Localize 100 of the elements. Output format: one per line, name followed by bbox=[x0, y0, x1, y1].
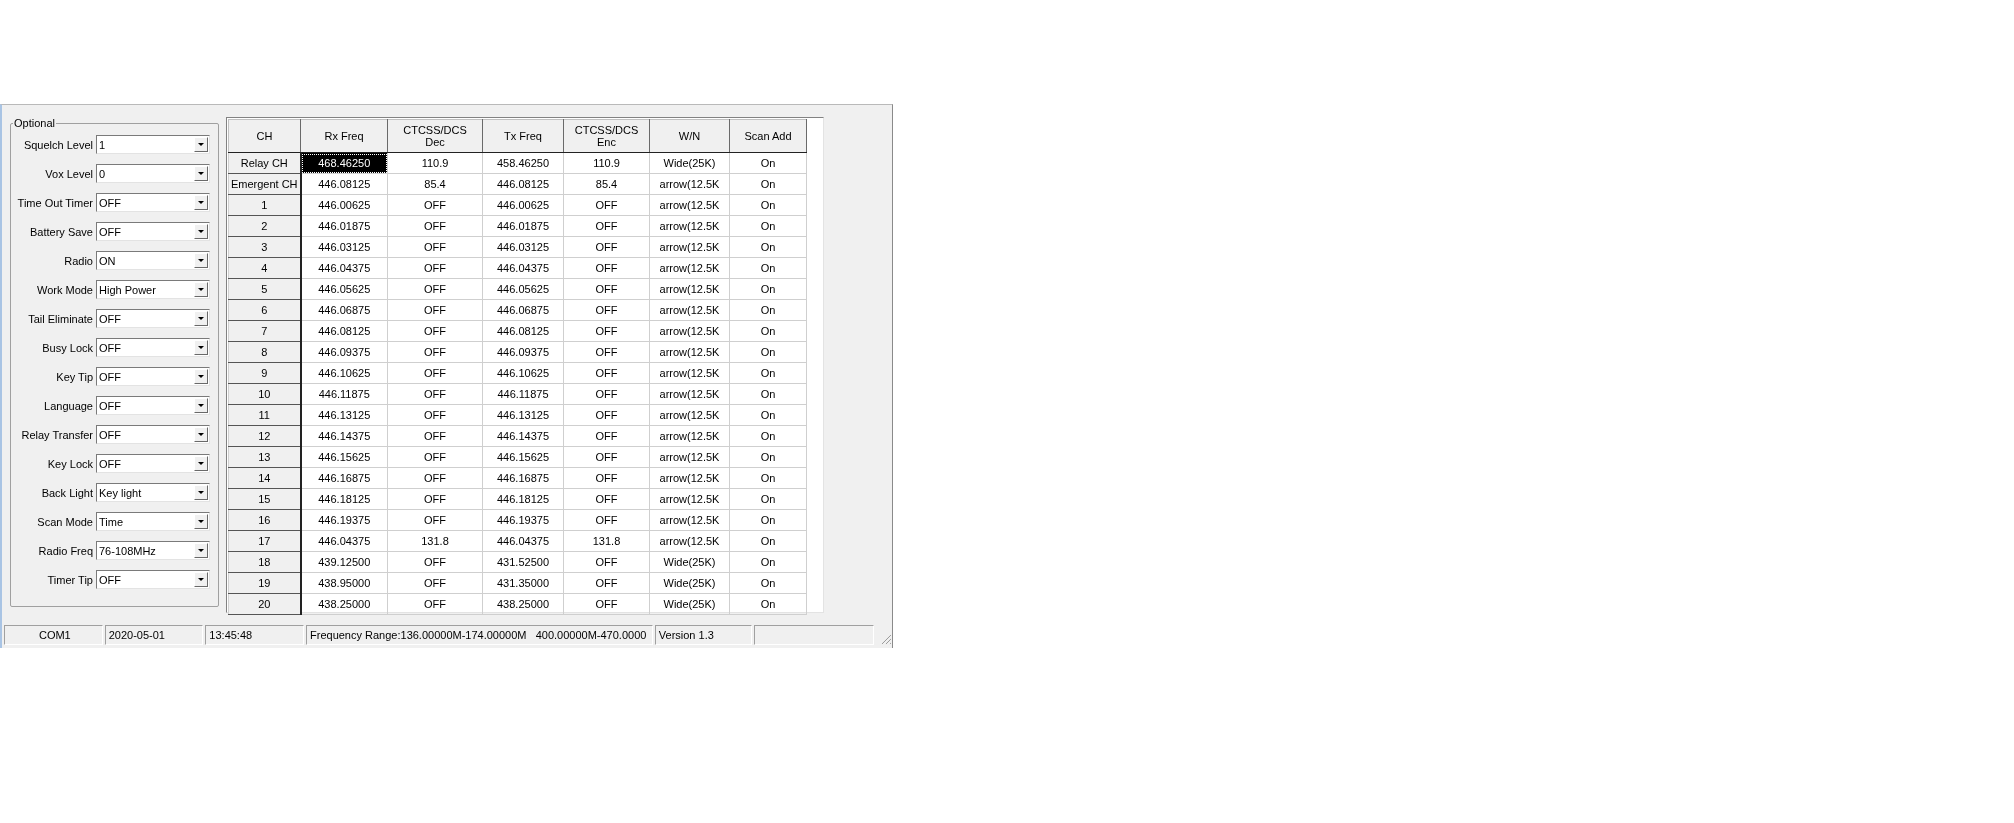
row-header[interactable]: Emergent CH bbox=[228, 173, 301, 195]
setting-dropdown[interactable]: OFF bbox=[96, 193, 210, 212]
table-cell[interactable]: OFF bbox=[563, 383, 650, 405]
table-cell[interactable]: arrow(12.5K bbox=[649, 299, 730, 321]
row-header[interactable]: 20 bbox=[228, 593, 301, 615]
table-cell[interactable]: arrow(12.5K bbox=[649, 257, 730, 279]
table-cell[interactable]: OFF bbox=[563, 194, 650, 216]
setting-dropdown[interactable]: High Power bbox=[96, 280, 210, 299]
table-cell[interactable]: 439.12500 bbox=[300, 551, 388, 573]
row-header[interactable]: Relay CH bbox=[228, 152, 301, 174]
table-cell[interactable]: OFF bbox=[387, 404, 483, 426]
table-cell[interactable]: On bbox=[729, 446, 807, 468]
setting-dropdown[interactable]: 76-108MHz bbox=[96, 541, 210, 560]
table-cell[interactable]: 446.08125 bbox=[300, 173, 388, 195]
row-header[interactable]: 14 bbox=[228, 467, 301, 489]
table-cell[interactable]: On bbox=[729, 194, 807, 216]
table-cell[interactable]: On bbox=[729, 341, 807, 363]
table-cell[interactable]: 446.19375 bbox=[482, 509, 564, 531]
table-cell[interactable]: 446.08125 bbox=[482, 320, 564, 342]
table-cell[interactable]: arrow(12.5K bbox=[649, 341, 730, 363]
column-header[interactable]: Rx Freq bbox=[300, 119, 388, 153]
table-cell[interactable]: 85.4 bbox=[387, 173, 483, 195]
resize-grip-icon[interactable] bbox=[880, 633, 892, 645]
table-cell[interactable]: On bbox=[729, 299, 807, 321]
table-cell[interactable]: OFF bbox=[563, 446, 650, 468]
table-cell[interactable]: OFF bbox=[563, 551, 650, 573]
table-cell[interactable]: 446.01875 bbox=[482, 215, 564, 237]
setting-dropdown[interactable]: 0 bbox=[96, 164, 210, 183]
setting-dropdown[interactable]: OFF bbox=[96, 425, 210, 444]
column-header[interactable]: Tx Freq bbox=[482, 119, 564, 153]
table-cell[interactable]: 446.19375 bbox=[300, 509, 388, 531]
table-cell[interactable]: Wide(25K) bbox=[649, 152, 730, 174]
table-cell[interactable]: 438.25000 bbox=[300, 593, 388, 615]
table-cell[interactable]: 446.09375 bbox=[300, 341, 388, 363]
table-cell[interactable]: OFF bbox=[387, 341, 483, 363]
table-cell[interactable]: On bbox=[729, 236, 807, 258]
table-cell[interactable]: OFF bbox=[387, 194, 483, 216]
table-cell[interactable]: On bbox=[729, 509, 807, 531]
table-cell[interactable]: OFF bbox=[563, 509, 650, 531]
table-cell[interactable]: On bbox=[729, 425, 807, 447]
table-cell[interactable]: 446.18125 bbox=[300, 488, 388, 510]
table-cell[interactable]: OFF bbox=[563, 593, 650, 615]
table-cell[interactable]: arrow(12.5K bbox=[649, 362, 730, 384]
table-cell[interactable]: 446.01875 bbox=[300, 215, 388, 237]
table-cell[interactable]: OFF bbox=[387, 257, 483, 279]
row-header[interactable]: 13 bbox=[228, 446, 301, 468]
table-cell[interactable]: OFF bbox=[563, 278, 650, 300]
table-cell[interactable]: arrow(12.5K bbox=[649, 383, 730, 405]
table-cell[interactable]: 446.03125 bbox=[300, 236, 388, 258]
table-cell[interactable]: OFF bbox=[563, 320, 650, 342]
table-cell[interactable]: On bbox=[729, 173, 807, 195]
table-cell[interactable]: arrow(12.5K bbox=[649, 509, 730, 531]
table-cell[interactable]: 446.15625 bbox=[482, 446, 564, 468]
table-cell[interactable]: On bbox=[729, 257, 807, 279]
table-cell[interactable]: 446.00625 bbox=[300, 194, 388, 216]
table-cell[interactable]: 446.04375 bbox=[300, 257, 388, 279]
table-cell[interactable]: arrow(12.5K bbox=[649, 530, 730, 552]
table-cell[interactable]: On bbox=[729, 488, 807, 510]
table-cell[interactable]: arrow(12.5K bbox=[649, 215, 730, 237]
table-cell[interactable]: OFF bbox=[563, 425, 650, 447]
table-cell[interactable]: 446.13125 bbox=[300, 404, 388, 426]
row-header[interactable]: 8 bbox=[228, 341, 301, 363]
table-cell[interactable]: Wide(25K) bbox=[649, 593, 730, 615]
table-cell[interactable]: Wide(25K) bbox=[649, 572, 730, 594]
table-cell[interactable]: On bbox=[729, 362, 807, 384]
row-header[interactable]: 16 bbox=[228, 509, 301, 531]
row-header[interactable]: 19 bbox=[228, 572, 301, 594]
column-header[interactable]: CH bbox=[228, 119, 301, 153]
table-cell[interactable]: OFF bbox=[563, 236, 650, 258]
table-cell[interactable]: 85.4 bbox=[563, 173, 650, 195]
table-cell[interactable]: arrow(12.5K bbox=[649, 425, 730, 447]
table-cell[interactable]: OFF bbox=[387, 278, 483, 300]
table-cell[interactable]: 446.03125 bbox=[482, 236, 564, 258]
table-cell[interactable]: OFF bbox=[387, 446, 483, 468]
table-cell[interactable]: 110.9 bbox=[387, 152, 483, 174]
table-cell[interactable]: 458.46250 bbox=[482, 152, 564, 174]
table-cell[interactable]: 446.04375 bbox=[300, 530, 388, 552]
table-cell[interactable]: 446.11875 bbox=[300, 383, 388, 405]
setting-dropdown[interactable]: Time bbox=[96, 512, 210, 531]
table-cell[interactable]: OFF bbox=[563, 341, 650, 363]
table-cell[interactable]: 446.15625 bbox=[300, 446, 388, 468]
table-cell[interactable]: OFF bbox=[563, 488, 650, 510]
table-cell[interactable]: OFF bbox=[387, 425, 483, 447]
table-cell[interactable]: On bbox=[729, 404, 807, 426]
table-cell[interactable]: 446.11875 bbox=[482, 383, 564, 405]
table-cell[interactable]: OFF bbox=[387, 572, 483, 594]
table-cell[interactable]: arrow(12.5K bbox=[649, 173, 730, 195]
row-header[interactable]: 5 bbox=[228, 278, 301, 300]
table-cell[interactable]: OFF bbox=[387, 362, 483, 384]
table-cell[interactable]: OFF bbox=[387, 383, 483, 405]
setting-dropdown[interactable]: OFF bbox=[96, 367, 210, 386]
row-header[interactable]: 15 bbox=[228, 488, 301, 510]
table-cell[interactable]: 446.16875 bbox=[300, 467, 388, 489]
column-header[interactable]: CTCSS/DCS Enc bbox=[563, 119, 650, 153]
table-cell[interactable]: OFF bbox=[387, 488, 483, 510]
table-cell[interactable]: arrow(12.5K bbox=[649, 320, 730, 342]
table-cell[interactable]: 446.04375 bbox=[482, 530, 564, 552]
column-header[interactable]: Scan Add bbox=[729, 119, 807, 153]
setting-dropdown[interactable]: OFF bbox=[96, 396, 210, 415]
row-header[interactable]: 10 bbox=[228, 383, 301, 405]
